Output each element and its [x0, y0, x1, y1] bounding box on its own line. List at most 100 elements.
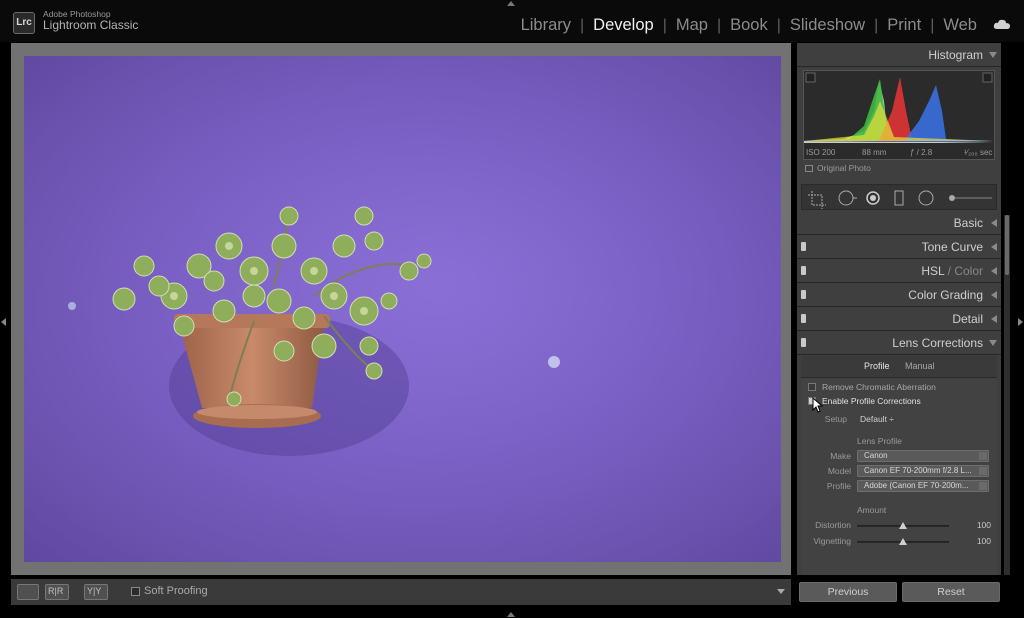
expand-triangle-icon [991, 291, 997, 299]
histogram-title: Histogram [928, 48, 983, 62]
soft-proofing-checkbox[interactable] [131, 587, 140, 596]
spot-removal-icon[interactable] [838, 190, 857, 206]
original-photo-label: Original Photo [817, 163, 871, 173]
enable-profile-label: Enable Profile Corrections [822, 396, 921, 406]
expand-triangle-icon [991, 219, 997, 227]
setup-dropdown[interactable]: Default ÷ [860, 414, 894, 424]
collapse-filmstrip-icon[interactable] [507, 612, 515, 617]
vignetting-value[interactable]: 100 [969, 536, 991, 546]
before-after-yy-button[interactable]: Y|Y [84, 584, 108, 600]
section-switch-icon[interactable] [801, 314, 806, 323]
lens-corrections-section-header[interactable]: Lens Corrections [797, 331, 1001, 355]
histogram-header[interactable]: Histogram [797, 43, 1001, 67]
model-dropdown[interactable]: Canon EF 70-200mm f/2.8 L... [857, 465, 989, 477]
radial-filter-icon[interactable] [918, 190, 934, 206]
iso-readout: ISO 200 [806, 148, 836, 157]
soft-proofing-label: Soft Proofing [144, 585, 208, 597]
color-grading-title: Color Grading [908, 288, 983, 302]
toolbar-menu-chevron-icon[interactable] [777, 589, 785, 594]
basic-title: Basic [953, 216, 983, 230]
red-eye-icon[interactable] [866, 191, 880, 205]
graduated-filter-icon[interactable] [894, 190, 904, 206]
distortion-value[interactable]: 100 [969, 520, 991, 530]
color-grading-section-header[interactable]: Color Grading [797, 283, 1001, 307]
dropdown-arrow-icon [979, 452, 987, 460]
expand-left-panel-icon[interactable] [1, 318, 6, 326]
vignetting-label: Vignetting [813, 536, 851, 546]
photo-image [24, 56, 781, 562]
detail-title: Detail [952, 312, 983, 326]
vignetting-slider-thumb[interactable] [899, 538, 907, 545]
app-name: Lightroom Classic [43, 17, 139, 32]
top-bar: Lrc Adobe Photoshop Lightroom Classic Li… [0, 0, 1024, 42]
profile-label: Profile [826, 481, 851, 491]
hsl-section-header[interactable]: HSL / Color [797, 259, 1001, 283]
dropdown-arrow-icon [979, 467, 987, 475]
collapse-top-panel-icon[interactable] [507, 1, 515, 6]
make-label: Make [830, 451, 851, 461]
make-dropdown[interactable]: Canon [857, 450, 989, 462]
tone-curve-section-header[interactable]: Tone Curve [797, 235, 1001, 259]
reset-button[interactable]: Reset [902, 582, 1000, 602]
collapse-triangle-icon [989, 340, 997, 346]
profile-dropdown[interactable]: Adobe (Canon EF 70-200m... [857, 480, 989, 492]
section-switch-icon[interactable] [801, 266, 806, 275]
develop-right-panel: Histogram ISO 200 88 mm ƒ / 2.8 ¹⁄₂₀₀ se… [797, 43, 1001, 575]
collapse-triangle-icon [989, 52, 997, 58]
histogram-graph[interactable]: ISO 200 88 mm ƒ / 2.8 ¹⁄₂₀₀ sec [803, 70, 995, 160]
focal-length-readout: 88 mm [862, 148, 887, 157]
app-logo: Lrc [13, 12, 35, 34]
tab-manual[interactable]: Manual [905, 361, 935, 371]
loupe-view-icon[interactable] [17, 584, 39, 600]
tone-curve-title: Tone Curve [921, 240, 983, 254]
expand-triangle-icon [991, 315, 997, 323]
expand-right-panel-icon[interactable] [1018, 318, 1023, 326]
module-map[interactable]: Map [667, 16, 717, 35]
photo-canvas [11, 43, 791, 575]
crop-tool-icon[interactable] [808, 191, 826, 209]
mouse-pointer-icon [812, 397, 824, 413]
scrollbar-thumb[interactable] [1005, 215, 1009, 275]
module-book[interactable]: Book [721, 16, 777, 35]
module-library[interactable]: Library [512, 16, 580, 35]
panel-scrollbar[interactable] [1004, 215, 1010, 575]
module-web[interactable]: Web [934, 16, 986, 35]
expand-triangle-icon [991, 267, 997, 275]
model-label: Model [827, 466, 851, 476]
lens-tabs: Profile Manual [801, 356, 997, 378]
basic-section-header[interactable]: Basic [797, 211, 1001, 235]
lens-profile-title: Lens Profile [857, 436, 902, 446]
tab-profile[interactable]: Profile [864, 361, 890, 371]
hsl-title: HSL / Color [921, 264, 983, 278]
develop-tool-strip [801, 184, 997, 210]
histogram-curves [804, 72, 994, 143]
module-picker: Library | Develop | Map | Book | Slidesh… [512, 16, 986, 35]
module-print[interactable]: Print [878, 16, 930, 35]
setup-label: Setup [824, 414, 847, 424]
bottom-toolbar: R|R Y|Y Soft Proofing [11, 579, 791, 605]
detail-section-header[interactable]: Detail [797, 307, 1001, 331]
distortion-label: Distortion [815, 520, 851, 530]
dropdown-arrow-icon [979, 482, 987, 490]
amount-title: Amount [857, 505, 887, 515]
photo-preview[interactable] [24, 56, 781, 562]
section-switch-icon[interactable] [801, 338, 806, 347]
module-slideshow[interactable]: Slideshow [781, 16, 874, 35]
remove-ca-checkbox[interactable] [808, 383, 816, 391]
previous-button[interactable]: Previous [799, 582, 897, 602]
lens-corrections-title: Lens Corrections [892, 336, 983, 350]
section-switch-icon[interactable] [801, 242, 806, 251]
adjustment-brush-icon[interactable] [949, 195, 992, 201]
section-switch-icon[interactable] [801, 290, 806, 299]
shutter-readout: ¹⁄₂₀₀ sec [964, 148, 993, 157]
app-identity: Adobe Photoshop Lightroom Classic [43, 10, 138, 32]
expand-triangle-icon [991, 243, 997, 251]
module-develop[interactable]: Develop [584, 16, 663, 35]
original-photo-icon[interactable] [805, 165, 813, 172]
distortion-slider-thumb[interactable] [899, 522, 907, 529]
aperture-readout: ƒ / 2.8 [910, 148, 933, 157]
remove-ca-label: Remove Chromatic Aberration [822, 382, 936, 392]
lens-corrections-panel: Profile Manual Remove Chromatic Aberrati… [801, 356, 997, 575]
before-after-lr-button[interactable]: R|R [45, 584, 69, 600]
cloud-sync-icon[interactable] [993, 19, 1011, 30]
